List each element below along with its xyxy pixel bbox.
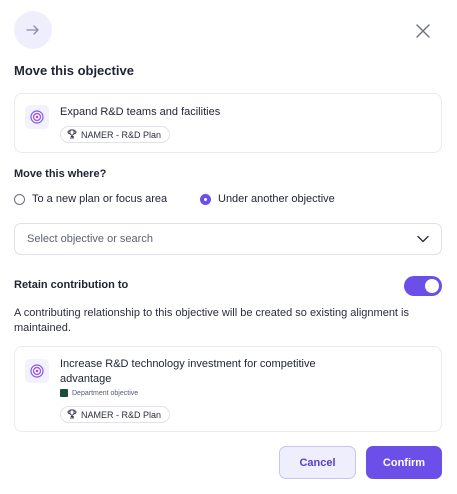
move-objective-dialog: Move this objective Expand R&D teams and… (0, 0, 457, 494)
trophy-icon (67, 409, 77, 421)
retain-description: A contributing relationship to this obje… (14, 307, 409, 334)
radio-button-checked[interactable] (200, 193, 211, 205)
department-tag-label: Department objective (72, 389, 139, 397)
plan-chip: NAMER - R&D Plan (60, 406, 171, 423)
radio-new-plan[interactable]: To a new plan or focus area (14, 193, 167, 205)
radio-label: Under another objective (218, 193, 335, 205)
department-tag: Department objective (60, 389, 138, 397)
radio-under-objective[interactable]: Under another objective (200, 193, 335, 205)
dialog-title: Move this objective (14, 63, 134, 78)
retained-objective-title: Increase R&D technology investment for c… (60, 358, 316, 385)
toggle-knob (425, 279, 439, 293)
plan-chip: NAMER - R&D Plan (60, 126, 171, 143)
retain-toggle[interactable] (404, 276, 442, 296)
target-icon (25, 105, 49, 129)
cancel-button[interactable]: Cancel (279, 446, 356, 479)
department-swatch (60, 389, 68, 397)
plan-chip-label: NAMER - R&D Plan (81, 409, 162, 420)
objective-select-placeholder: Select objective or search (27, 233, 153, 245)
radio-button[interactable] (14, 193, 25, 205)
radio-label: To a new plan or focus area (32, 193, 168, 205)
retained-objective-card: Increase R&D technology investment for c… (14, 346, 442, 432)
arrow-right-icon (14, 11, 52, 49)
chevron-down-icon (417, 230, 429, 248)
confirm-button[interactable]: Confirm (366, 446, 442, 479)
current-objective-card: Expand R&D teams and facilities NAMER - … (14, 93, 442, 153)
retain-label: Retain contribution to (14, 279, 129, 291)
move-where-label: Move this where? (14, 168, 107, 180)
trophy-icon (67, 129, 77, 141)
target-icon (25, 359, 49, 383)
close-icon[interactable] (412, 20, 434, 42)
objective-select[interactable]: Select objective or search (14, 223, 442, 255)
current-objective-title: Expand R&D teams and facilities (60, 106, 221, 118)
plan-chip-label: NAMER - R&D Plan (81, 129, 162, 140)
